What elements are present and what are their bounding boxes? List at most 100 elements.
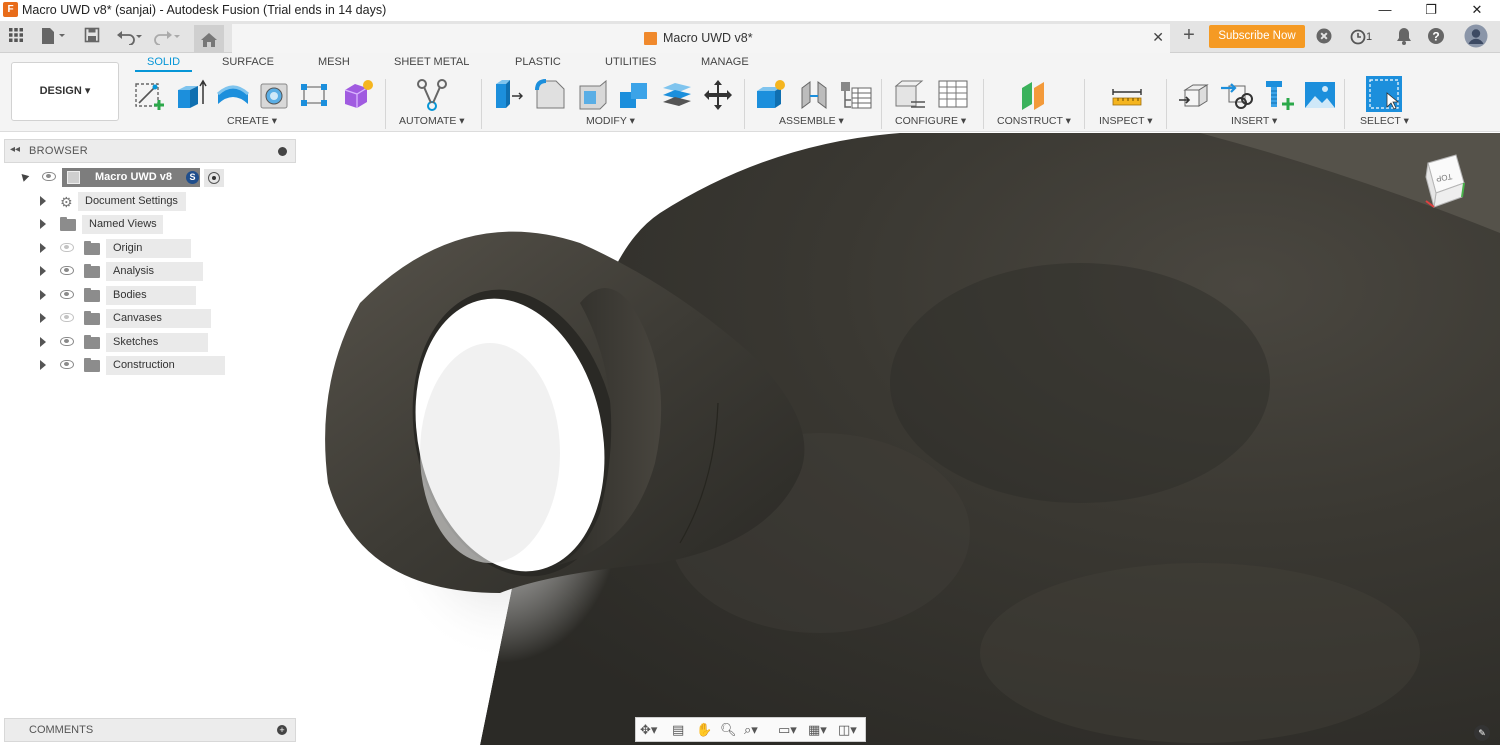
expand-icon[interactable] [40, 313, 46, 323]
user-avatar-icon[interactable] [1464, 24, 1488, 48]
comments-panel-header[interactable]: COMMENTS + [4, 718, 296, 742]
new-component-icon[interactable] [754, 78, 788, 112]
save-icon[interactable] [82, 27, 102, 47]
automate-icon[interactable] [415, 78, 449, 112]
browser-item-bodies[interactable]: Bodies [38, 286, 198, 306]
select-icon[interactable] [1365, 75, 1403, 113]
measure-icon[interactable] [1110, 78, 1144, 112]
tab-solid[interactable]: SOLID [135, 56, 193, 72]
document-tab[interactable]: Macro UWD v8* ✕ [232, 24, 1170, 53]
browser-item-analysis[interactable]: Analysis [38, 262, 203, 282]
viewports-icon[interactable]: ◫▾ [838, 722, 857, 738]
group-inspect[interactable]: INSPECT ▾ [1099, 115, 1153, 127]
configure-design-icon[interactable] [893, 78, 927, 112]
orbit-icon[interactable]: ✥▾ [640, 722, 657, 738]
visibility-eye-icon[interactable] [42, 172, 56, 181]
browser-item-origin[interactable]: Origin [38, 239, 198, 259]
shared-status-icon[interactable]: S [186, 171, 199, 184]
insert-mcmaster-icon[interactable] [1219, 78, 1253, 112]
fit-zoom-icon[interactable]: ⌕▾ [744, 722, 758, 738]
group-automate[interactable]: AUTOMATE ▾ [399, 115, 465, 127]
offset-face-icon[interactable] [660, 78, 694, 112]
combine-icon[interactable] [617, 78, 651, 112]
view-cube[interactable]: TOP [1422, 153, 1468, 208]
collapse-panel-icon[interactable]: ◂◂ [10, 144, 20, 155]
display-settings-icon[interactable]: ▭▾ [778, 722, 797, 738]
group-assemble[interactable]: ASSEMBLE ▾ [779, 115, 844, 127]
visibility-eye-icon[interactable] [60, 313, 74, 322]
group-select[interactable]: SELECT ▾ [1360, 115, 1409, 127]
close-window-button[interactable]: ✕ [1454, 0, 1500, 21]
activate-radio-icon[interactable] [204, 169, 224, 187]
model-render[interactable] [300, 133, 1500, 745]
expand-icon[interactable] [40, 219, 46, 229]
notifications-bell-icon[interactable] [1394, 27, 1414, 47]
expand-root-icon[interactable] [18, 171, 30, 182]
expand-icon[interactable] [40, 243, 46, 253]
shell-icon[interactable] [576, 78, 610, 112]
create-sketch-icon[interactable] [133, 78, 167, 112]
tab-mesh[interactable]: MESH [318, 56, 350, 68]
joint-icon[interactable] [797, 78, 831, 112]
group-create[interactable]: CREATE ▾ [227, 115, 277, 127]
browser-item-canvases[interactable]: Canvases [38, 309, 211, 329]
pan-hand-icon[interactable]: ✋ [696, 722, 712, 738]
expand-icon[interactable] [40, 337, 46, 347]
group-modify[interactable]: MODIFY ▾ [586, 115, 635, 127]
tab-plastic[interactable]: PLASTIC [515, 56, 561, 68]
minimize-button[interactable]: — [1362, 0, 1408, 21]
add-comment-icon[interactable]: + [277, 725, 287, 735]
create-form-icon[interactable] [341, 78, 375, 112]
extrude-icon[interactable] [174, 78, 208, 112]
browser-root-item[interactable]: Macro UWD v8 S [18, 168, 228, 188]
browser-panel-header[interactable]: ◂◂ BROWSER [4, 139, 296, 163]
pattern-icon[interactable] [298, 78, 332, 112]
group-construct[interactable]: CONSTRUCT ▾ [997, 115, 1071, 127]
home-tab-icon[interactable] [194, 25, 224, 53]
feedback-icon[interactable]: ✎ [1474, 725, 1490, 741]
tab-utilities[interactable]: UTILITIES [605, 56, 656, 68]
look-at-icon[interactable]: ▤ [672, 722, 684, 738]
browser-item-construction[interactable]: Construction [38, 356, 225, 376]
new-tab-icon[interactable]: + [1178, 25, 1200, 45]
file-menu-icon[interactable] [38, 27, 68, 47]
visibility-eye-icon[interactable] [60, 360, 74, 369]
browser-item-document-settings[interactable]: ⚙ Document Settings [38, 192, 198, 212]
move-copy-icon[interactable] [701, 78, 735, 112]
browser-item-named-views[interactable]: Named Views [38, 215, 198, 235]
app-grid-icon[interactable] [6, 27, 26, 47]
bill-of-materials-icon[interactable] [839, 78, 873, 112]
job-status-icon[interactable]: 1 [1347, 27, 1375, 47]
zoom-icon[interactable]: 🔍︎ [720, 722, 737, 738]
fillet-icon[interactable] [534, 78, 568, 112]
offset-plane-icon[interactable] [1018, 78, 1052, 112]
group-insert[interactable]: INSERT ▾ [1231, 115, 1277, 127]
panel-pin-icon[interactable] [278, 147, 287, 156]
visibility-eye-icon[interactable] [60, 290, 74, 299]
help-icon[interactable]: ? [1426, 27, 1446, 47]
configuration-table-icon[interactable] [936, 78, 970, 112]
tab-surface[interactable]: SURFACE [222, 56, 274, 68]
subscribe-now-button[interactable]: Subscribe Now [1209, 25, 1305, 48]
hole-icon[interactable] [258, 78, 292, 112]
canvas-viewport[interactable]: TOP [300, 133, 1500, 745]
tab-sheet-metal[interactable]: SHEET METAL [394, 56, 469, 68]
tab-manage[interactable]: MANAGE [701, 56, 749, 68]
expand-icon[interactable] [40, 266, 46, 276]
undo-icon[interactable] [114, 27, 146, 47]
group-configure[interactable]: CONFIGURE ▾ [895, 115, 966, 127]
insert-fastener-icon[interactable] [1262, 78, 1296, 112]
close-tab-icon[interactable]: ✕ [1152, 29, 1164, 46]
maximize-button[interactable]: ❐ [1408, 0, 1454, 21]
expand-icon[interactable] [40, 196, 46, 206]
extensions-icon[interactable] [1314, 27, 1334, 47]
visibility-eye-icon[interactable] [60, 243, 74, 252]
expand-icon[interactable] [40, 290, 46, 300]
browser-item-sketches[interactable]: Sketches [38, 333, 208, 353]
insert-derive-icon[interactable] [1177, 78, 1211, 112]
revolve-icon[interactable] [216, 78, 250, 112]
visibility-eye-icon[interactable] [60, 337, 74, 346]
expand-icon[interactable] [40, 360, 46, 370]
workspace-switcher[interactable]: DESIGN ▾ [11, 62, 119, 121]
grid-settings-icon[interactable]: ▦▾ [808, 722, 827, 738]
